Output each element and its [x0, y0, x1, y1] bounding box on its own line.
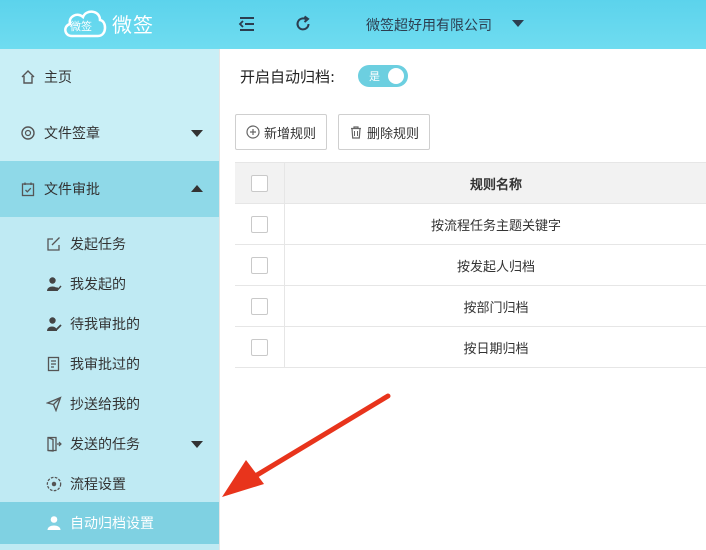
column-header-rule-name: 规则名称 — [469, 177, 522, 193]
seal-icon — [20, 125, 36, 141]
sidebar-item-label: 发起任务 — [70, 237, 126, 253]
sidebar-item-auto-archive[interactable]: 自动归档设置 — [0, 502, 219, 544]
toggle-text: 是 — [369, 70, 380, 83]
home-icon — [20, 69, 36, 85]
select-all-checkbox[interactable] — [251, 174, 268, 192]
row-checkbox[interactable] — [251, 215, 268, 233]
row-check-cell — [235, 204, 285, 244]
table-header-row: 规则名称 — [235, 163, 706, 204]
select-all-cell — [235, 163, 285, 203]
top-bar: 微签 微签 微签超好用有限公司 — [0, 0, 706, 49]
table-row[interactable]: 按日期归档 — [235, 327, 706, 368]
user-icon — [46, 515, 62, 531]
row-checkbox[interactable] — [251, 297, 268, 315]
paper-plane-icon — [46, 396, 62, 412]
sidebar-item-flow-settings[interactable]: 流程设置 — [0, 464, 219, 504]
rule-name-cell: 按部门归档 — [463, 300, 529, 316]
rules-table: 规则名称 按流程任务主题关键字 按发起人归档 按部门归档 按日期归档 — [235, 162, 706, 368]
toggle-knob — [388, 68, 404, 84]
chevron-up-icon — [191, 185, 203, 192]
main-content: 开启自动归档: 是 新增规则 删除规则 规则名称 按流程任务主题关键字 按发起人… — [219, 49, 706, 550]
chevron-down-icon — [191, 441, 203, 448]
sidebar-item-label: 文件签章 — [44, 126, 100, 142]
sidebar-item-my-initiated[interactable]: 我发起的 — [0, 264, 219, 304]
delete-rule-button[interactable]: 删除规则 — [338, 114, 431, 150]
user-edit-icon — [46, 316, 62, 332]
refresh-icon[interactable] — [293, 14, 313, 34]
table-row[interactable]: 按部门归档 — [235, 286, 706, 327]
row-check-cell — [235, 286, 285, 326]
collapse-menu-icon[interactable] — [237, 14, 257, 34]
rule-name-cell: 按流程任务主题关键字 — [430, 218, 561, 234]
sidebar-item-pending-approval[interactable]: 待我审批的 — [0, 304, 219, 344]
rule-name-cell: 按发起人归档 — [456, 259, 535, 275]
delete-rule-label: 删除规则 — [367, 126, 420, 142]
row-check-cell — [235, 327, 285, 367]
sidebar-item-label: 我发起的 — [70, 277, 126, 293]
sidebar-item-start-task[interactable]: 发起任务 — [0, 224, 219, 264]
sidebar-item-home[interactable]: 主页 — [0, 49, 219, 105]
plus-circle-icon — [246, 125, 260, 139]
chevron-down-icon — [191, 130, 203, 137]
sidebar-item-sent-tasks[interactable]: 发送的任务 — [0, 424, 219, 464]
company-name[interactable]: 微签超好用有限公司 — [366, 15, 492, 35]
table-row[interactable]: 按发起人归档 — [235, 245, 706, 286]
clipboard-check-icon — [20, 181, 36, 197]
sidebar-item-label: 流程设置 — [70, 477, 126, 493]
rule-name-cell: 按日期归档 — [463, 341, 529, 357]
sidebar-item-cc-to-me[interactable]: 抄送给我的 — [0, 384, 219, 424]
auto-archive-label: 开启自动归档: — [240, 68, 336, 86]
trash-icon — [349, 125, 363, 139]
sidebar-item-label: 抄送给我的 — [70, 397, 140, 413]
edit-square-icon — [46, 236, 62, 252]
logo-cloud-icon: 微签 — [62, 6, 108, 40]
sidebar-item-file-approval[interactable]: 文件审批 — [0, 161, 219, 217]
add-rule-button[interactable]: 新增规则 — [235, 114, 328, 150]
sidebar-item-approved[interactable]: 我审批过的 — [0, 344, 219, 384]
sidebar-item-label: 主页 — [44, 70, 72, 86]
logo-badge-text: 微签 — [70, 20, 92, 33]
row-check-cell — [235, 245, 285, 285]
row-checkbox[interactable] — [251, 256, 268, 274]
sidebar-item-label: 自动归档设置 — [70, 516, 154, 532]
settings-cog-icon — [46, 476, 62, 492]
chevron-down-icon[interactable] — [512, 20, 524, 27]
sidebar-item-label: 发送的任务 — [70, 437, 140, 453]
logo-text: 微签 — [112, 12, 154, 37]
exit-door-icon — [46, 436, 62, 452]
sidebar-item-label: 待我审批的 — [70, 317, 140, 333]
document-list-icon — [46, 356, 62, 372]
table-row[interactable]: 按流程任务主题关键字 — [235, 204, 706, 245]
user-check-icon — [46, 276, 62, 292]
sidebar-item-label: 文件审批 — [44, 182, 100, 198]
auto-archive-toggle[interactable]: 是 — [358, 65, 408, 87]
sidebar: 主页 文件签章 文件审批 发起任务 我发起的 待我审批的 我审批过的 抄送给我的… — [0, 49, 219, 550]
sidebar-item-label: 我审批过的 — [70, 357, 140, 373]
sidebar-item-file-sign[interactable]: 文件签章 — [0, 105, 219, 161]
logo[interactable]: 微签 微签 — [62, 6, 154, 40]
row-checkbox[interactable] — [251, 338, 268, 356]
add-rule-label: 新增规则 — [264, 126, 317, 142]
